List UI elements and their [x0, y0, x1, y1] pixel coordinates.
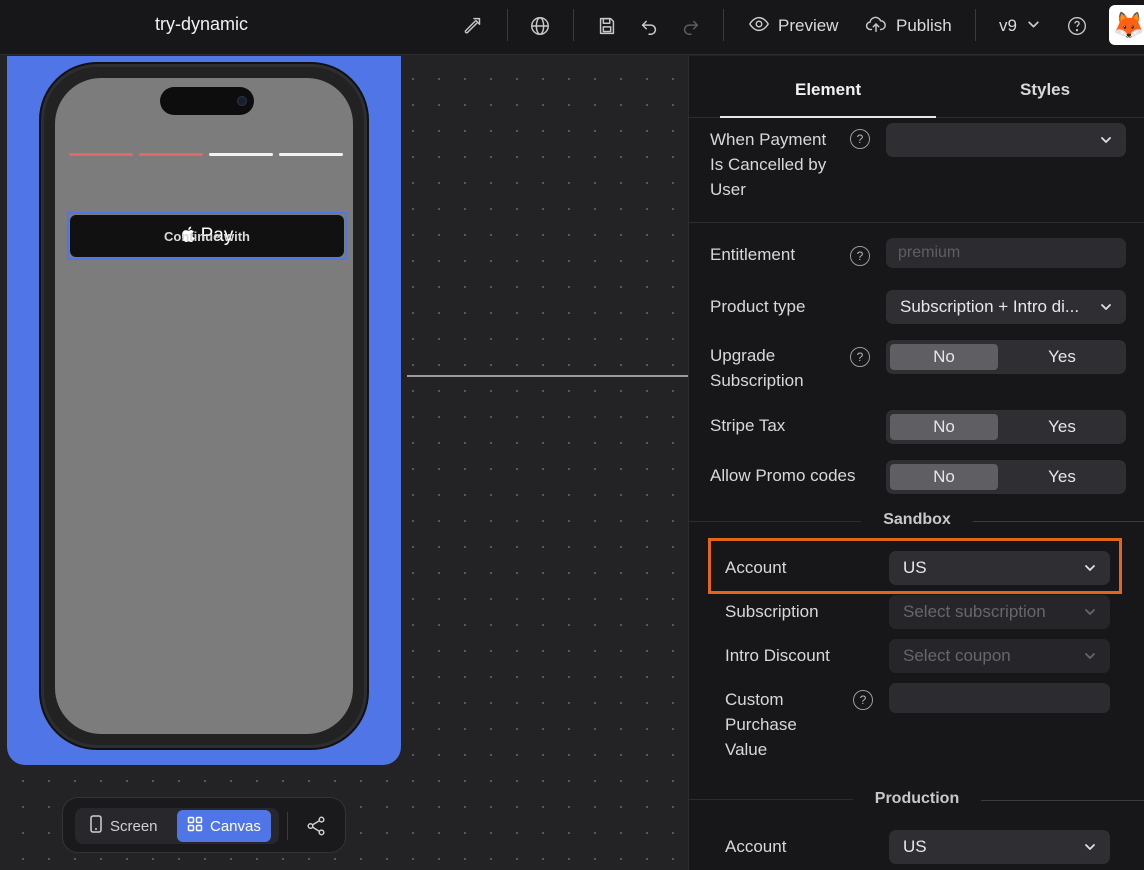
camera-icon: [237, 96, 247, 106]
toolbar-divider: [573, 9, 574, 41]
sandbox-heading: Sandbox: [883, 511, 951, 528]
connector-line: [407, 375, 689, 377]
eye-icon: [748, 13, 770, 40]
save-icon[interactable]: [594, 13, 620, 39]
product-type-label: Product type: [710, 297, 806, 316]
production-section-header: Production: [689, 790, 1144, 810]
progress-segment: [279, 153, 343, 156]
apple-pay-button[interactable]: Continue with Pay: [70, 215, 344, 257]
upgrade-no-option[interactable]: No: [890, 344, 998, 370]
entitlement-label: Entitlement: [710, 245, 796, 264]
stripe-tax-yes-option[interactable]: Yes: [1008, 414, 1116, 440]
product-type-select[interactable]: Subscription + Intro di...: [886, 290, 1126, 324]
upgrade-subscription-label: Upgrade Subscription: [710, 346, 804, 390]
share-icon[interactable]: [303, 813, 329, 839]
undo-icon[interactable]: [636, 13, 662, 39]
sandbox-account-label: Account: [725, 558, 787, 577]
cloud-upload-icon: [864, 13, 888, 40]
help-icon[interactable]: ?: [850, 347, 870, 367]
help-icon[interactable]: ?: [850, 129, 870, 149]
sandbox-subscription-placeholder: Select subscription: [903, 602, 1046, 621]
canvas-mode-label: Canvas: [210, 817, 261, 835]
stripe-tax-no-option[interactable]: No: [890, 414, 998, 440]
tab-styles[interactable]: Styles: [1020, 80, 1070, 100]
chevron-down-icon: [1085, 653, 1095, 659]
phone-mockup: Continue with Pay: [41, 64, 367, 748]
phone-screen[interactable]: Continue with Pay: [55, 78, 353, 734]
intro-discount-select[interactable]: Select coupon: [889, 639, 1110, 673]
fox-avatar-icon: 🦊: [1112, 9, 1144, 40]
chevron-down-icon: [1027, 16, 1040, 36]
production-account-select[interactable]: US: [889, 830, 1110, 864]
version-dropdown[interactable]: v9: [999, 12, 1040, 40]
entitlement-input[interactable]: premium: [886, 238, 1126, 268]
custom-purchase-value-label: Custom Purchase Value: [725, 690, 797, 759]
hammer-icon[interactable]: [461, 13, 487, 39]
help-icon[interactable]: [1064, 13, 1090, 39]
screen-mode-label: Screen: [110, 817, 158, 835]
custom-purchase-value-input[interactable]: [889, 683, 1110, 713]
preview-button[interactable]: Preview: [748, 12, 838, 40]
panel-tabs: Element Styles: [689, 56, 1144, 118]
chevron-down-icon: [1101, 137, 1111, 143]
tab-element[interactable]: Element: [795, 80, 861, 100]
intro-discount-placeholder: Select coupon: [903, 646, 1011, 665]
dynamic-island: [160, 87, 254, 115]
toolbar-divider: [975, 9, 976, 41]
toolbar-divider: [507, 9, 508, 41]
progress-segment: [209, 153, 273, 156]
upgrade-subscription-toggle: No Yes: [886, 340, 1126, 374]
progress-segment: [69, 153, 133, 156]
toolbar-divider: [287, 812, 288, 840]
toolbar-divider: [723, 9, 724, 41]
avatar[interactable]: 🦊: [1109, 5, 1144, 45]
screen-mode-button[interactable]: Screen: [79, 810, 168, 842]
project-title[interactable]: try-dynamic: [155, 14, 248, 35]
payment-cancelled-label: When Payment Is Cancelled by User: [710, 130, 827, 199]
upgrade-yes-option[interactable]: Yes: [1008, 344, 1116, 370]
chevron-down-icon: [1085, 844, 1095, 850]
promo-codes-label: Allow Promo codes: [710, 466, 856, 485]
preview-label: Preview: [778, 16, 839, 35]
chevron-down-icon: [1085, 609, 1095, 615]
publish-label: Publish: [896, 16, 952, 35]
promo-codes-toggle: No Yes: [886, 460, 1126, 494]
top-bar: try-dynamic Preview Publish v9 �: [0, 0, 1144, 55]
sandbox-section-header: Sandbox: [689, 511, 1144, 531]
phone-icon: [89, 815, 103, 837]
properties-panel: Element Styles When Payment Is Cancelled…: [688, 56, 1144, 870]
production-account-label: Account: [725, 837, 787, 856]
stripe-tax-toggle: No Yes: [886, 410, 1126, 444]
promo-yes-option[interactable]: Yes: [1008, 464, 1116, 490]
chevron-down-icon: [1085, 565, 1095, 571]
help-icon[interactable]: ?: [853, 690, 873, 710]
version-label: v9: [999, 16, 1017, 35]
globe-icon[interactable]: [527, 13, 553, 39]
intro-discount-label: Intro Discount: [725, 646, 830, 665]
help-icon[interactable]: ?: [850, 246, 870, 266]
view-toolbar: Screen Canvas: [62, 797, 346, 853]
progress-segment: [139, 153, 203, 156]
stripe-tax-label: Stripe Tax: [710, 416, 786, 435]
product-type-value: Subscription + Intro di...: [900, 297, 1080, 316]
chevron-down-icon: [1101, 304, 1111, 310]
sandbox-subscription-label: Subscription: [725, 602, 819, 621]
redo-icon[interactable]: [678, 13, 704, 39]
production-account-value: US: [903, 837, 927, 856]
grid-icon: [187, 816, 203, 836]
payment-cancelled-select[interactable]: [886, 123, 1126, 157]
promo-no-option[interactable]: No: [890, 464, 998, 490]
section-divider: [689, 222, 1144, 223]
view-mode-switch: Screen Canvas: [75, 808, 279, 844]
pay-button-label: Continue with: [164, 228, 250, 244]
sandbox-subscription-select[interactable]: Select subscription: [889, 595, 1110, 629]
canvas-mode-button[interactable]: Canvas: [177, 810, 271, 842]
active-tab-indicator: [720, 116, 936, 118]
publish-button[interactable]: Publish: [864, 12, 952, 40]
sandbox-account-value: US: [903, 558, 927, 577]
production-heading: Production: [874, 790, 960, 807]
sandbox-account-select[interactable]: US: [889, 551, 1110, 585]
